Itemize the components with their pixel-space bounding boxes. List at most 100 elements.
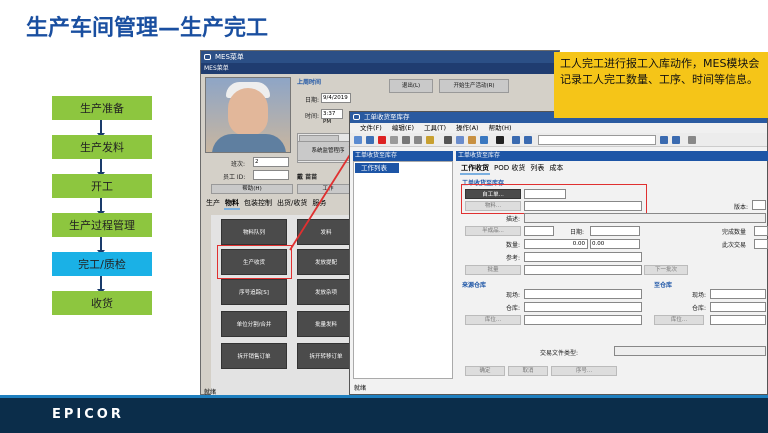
- help-icon[interactable]: [688, 136, 696, 144]
- print-icon[interactable]: [402, 136, 410, 144]
- receipt-title: 工单收货至库存: [364, 113, 410, 121]
- work-list-header[interactable]: 工作列表: [355, 163, 399, 173]
- work-list-pane: 工作列表: [353, 161, 453, 379]
- flow-arrow: [97, 237, 105, 255]
- delete-icon[interactable]: [378, 136, 386, 144]
- window-icon: [204, 54, 211, 60]
- to-bin-field[interactable]: [710, 315, 766, 325]
- open-sales-order-button[interactable]: 拆开销售订单: [221, 343, 287, 369]
- reference-field[interactable]: [524, 252, 642, 262]
- paste-icon[interactable]: [468, 136, 476, 144]
- mes-menu[interactable]: MES菜单: [201, 63, 559, 74]
- job-button[interactable]: 自工单...: [465, 189, 521, 199]
- this-transaction-field: [754, 239, 768, 249]
- from-bin-button[interactable]: 库位...: [465, 315, 521, 325]
- menu-edit[interactable]: 编辑(E): [392, 123, 414, 133]
- this-transaction-label: 此次交易: [722, 242, 747, 249]
- undo-icon[interactable]: [480, 136, 488, 144]
- menu-file[interactable]: 文件(F): [360, 123, 382, 133]
- from-warehouse-title: 来源仓库: [462, 282, 487, 289]
- first-record-icon[interactable]: [512, 136, 520, 144]
- cut-icon[interactable]: [444, 136, 452, 144]
- window-icon: [353, 114, 360, 120]
- from-bin-field[interactable]: [524, 315, 642, 325]
- menu-help[interactable]: 帮助(H): [489, 123, 512, 133]
- description-label: 描述:: [506, 216, 521, 223]
- employee-id-label: 员工 ID:: [223, 174, 246, 181]
- to-bin-button[interactable]: 库位...: [654, 315, 704, 325]
- date-field[interactable]: 9/4/2019: [321, 93, 351, 103]
- to-warehouse-title: 至仓库: [654, 282, 673, 289]
- tab-cost[interactable]: 成本: [548, 163, 564, 175]
- record-selector[interactable]: [538, 135, 656, 145]
- next-record-icon[interactable]: [660, 136, 668, 144]
- copy-icon[interactable]: [456, 136, 464, 144]
- cancel-button[interactable]: 取消: [508, 366, 548, 376]
- employee-photo: [205, 77, 291, 153]
- mes-titlebar: MES菜单: [201, 51, 559, 63]
- semi-finished-field[interactable]: [524, 226, 554, 236]
- edit-icon[interactable]: [426, 136, 434, 144]
- tab-packaging[interactable]: 包装控制: [243, 198, 273, 210]
- revision-field[interactable]: [752, 200, 766, 210]
- save-icon[interactable]: [366, 136, 374, 144]
- nav-left: 工单收货至库存: [353, 151, 453, 161]
- semi-finished-button[interactable]: 半成品...: [465, 226, 521, 236]
- tab-pod-receipt[interactable]: POD 收货: [493, 163, 526, 175]
- arrow-to-window: [289, 140, 359, 251]
- menu-tools[interactable]: 工具(T): [424, 123, 446, 133]
- serial-tracking-button[interactable]: 序号追踪[S]: [221, 279, 287, 305]
- tab-production[interactable]: 生产: [205, 198, 221, 210]
- prev-record-icon[interactable]: [524, 136, 532, 144]
- lot-field[interactable]: [524, 265, 642, 275]
- receipt-window: 工单收货至库存 文件(F) 编辑(E) 工具(T) 操作(A) 帮助(H) 工单…: [349, 111, 768, 395]
- material-button[interactable]: 物料...: [465, 201, 521, 211]
- quantity-field[interactable]: 0.00: [524, 239, 588, 249]
- clock-header: 上周时间: [297, 79, 322, 86]
- logout-button[interactable]: 退出(L): [389, 79, 433, 93]
- trans-type-field: [614, 346, 766, 356]
- date-label: 日期:: [305, 97, 320, 104]
- issue-misc-button[interactable]: 发放杂项: [297, 279, 355, 305]
- new-icon[interactable]: [354, 136, 362, 144]
- to-site-field[interactable]: [710, 289, 766, 299]
- receipt-status: 就绪: [354, 385, 367, 392]
- split-merge-button[interactable]: 单位分割/合并: [221, 311, 287, 337]
- flow-arrow: [97, 120, 105, 138]
- epicor-logo: EPICOR: [52, 407, 124, 422]
- flow-arrow: [97, 198, 105, 216]
- ok-button[interactable]: 确定: [465, 366, 505, 376]
- date-label: 日期:: [570, 229, 585, 236]
- time-label: 时间:: [305, 113, 320, 120]
- from-site-field[interactable]: [524, 289, 642, 299]
- open-transfer-order-button[interactable]: 拆开转移订单: [297, 343, 355, 369]
- from-warehouse-field[interactable]: [524, 302, 642, 312]
- date-field[interactable]: [590, 226, 640, 236]
- start-activity-button[interactable]: 开始生产活动(R): [439, 79, 509, 93]
- mass-issue-button[interactable]: 批量发料: [297, 311, 355, 337]
- to-warehouse-field[interactable]: [710, 302, 766, 312]
- quantity-uom-field[interactable]: 0.00: [590, 239, 640, 249]
- attach-icon[interactable]: [414, 136, 422, 144]
- tab-job-receipt[interactable]: 工作收货: [460, 163, 490, 175]
- material-queue-button[interactable]: 物料队列: [221, 219, 287, 245]
- tab-material[interactable]: 物料: [224, 198, 240, 210]
- refresh-icon[interactable]: [390, 136, 398, 144]
- flow-step-prepare: 生产准备: [52, 96, 152, 120]
- serial-button[interactable]: 序号...: [551, 366, 617, 376]
- callout-note: 工人完工进行报工入库动作，MES模块会记录工人完工数量、工序、时间等信息。: [554, 52, 768, 118]
- search-icon[interactable]: [496, 136, 504, 144]
- last-record-icon[interactable]: [672, 136, 680, 144]
- flow-step-receive: 收货: [52, 291, 152, 315]
- material-field[interactable]: [524, 201, 642, 211]
- next-lot-button[interactable]: 下一批次: [644, 265, 688, 275]
- menu-actions[interactable]: 操作(A): [456, 123, 479, 133]
- lot-button[interactable]: 批量: [465, 265, 521, 275]
- tab-list[interactable]: 列表: [529, 163, 545, 175]
- revision-label: 版本:: [734, 204, 749, 211]
- receipt-tabs: 工作收货 POD 收货 列表 成本: [460, 163, 564, 175]
- description-field: [524, 213, 766, 223]
- job-field[interactable]: [524, 189, 566, 199]
- slide-title: 生产车间管理—生产完工: [26, 16, 269, 41]
- time-field[interactable]: 3:37 PM: [321, 109, 343, 125]
